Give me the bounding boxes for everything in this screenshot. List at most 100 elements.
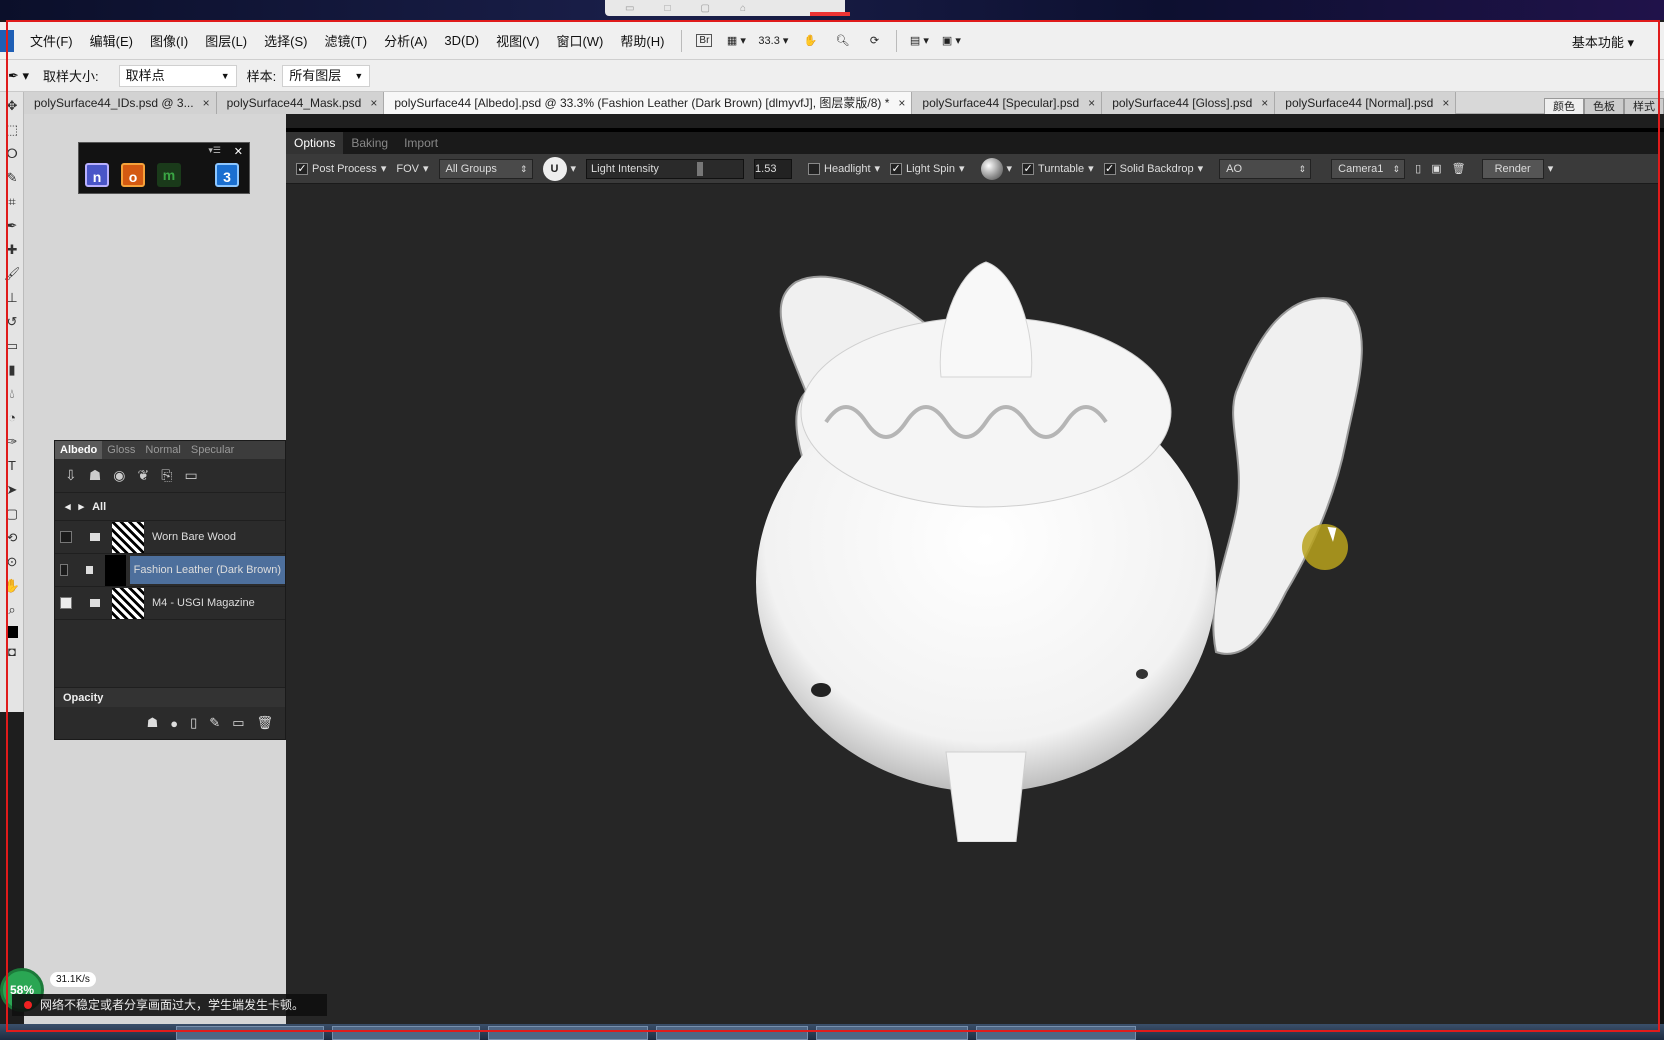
rotate-view-icon[interactable]: ⟳: [864, 31, 884, 51]
add-material-icon[interactable]: ☗: [89, 467, 102, 484]
tab-baking[interactable]: Baking: [343, 136, 396, 150]
screen-mode-button[interactable]: ▣ ▾: [941, 31, 961, 51]
history-brush-icon[interactable]: ↺: [3, 314, 21, 332]
close-icon[interactable]: ×: [203, 92, 210, 114]
close-icon[interactable]: ×: [1442, 92, 1449, 114]
tab-normal[interactable]: polySurface44 [Normal].psd ×: [1275, 92, 1457, 114]
shape-tool-icon[interactable]: ▢: [3, 506, 21, 524]
layer-row[interactable]: M4 - USGI Magazine: [55, 587, 285, 620]
material-icon[interactable]: ☗: [147, 715, 159, 731]
engine-dropdown[interactable]: U ▾: [542, 156, 576, 181]
tab-options[interactable]: Options: [286, 132, 344, 154]
fov-dropdown[interactable]: FOV ▾: [396, 162, 428, 176]
layer-checkbox[interactable]: [60, 564, 69, 576]
menu-file[interactable]: 文件(F): [30, 31, 73, 50]
menu-help[interactable]: 帮助(H): [620, 31, 664, 50]
gradient-tool-icon[interactable]: ▮: [3, 362, 21, 380]
tab-albedo[interactable]: Albedo: [55, 441, 103, 459]
3d-camera-tool-icon[interactable]: ⊙: [3, 554, 21, 572]
layer-checkbox[interactable]: [60, 597, 72, 609]
hand-tool-icon[interactable]: ✋: [800, 31, 820, 51]
blur-tool-icon[interactable]: 💧︎: [3, 386, 21, 404]
close-icon[interactable]: ×: [1261, 92, 1268, 114]
brush-tool-icon[interactable]: 🖌︎: [3, 266, 21, 284]
sample-size-dropdown[interactable]: 取样点: [118, 64, 237, 87]
ddo-icon[interactable]: o: [121, 163, 145, 187]
3d-model-viewport[interactable]: [586, 162, 1386, 842]
delete-icon[interactable]: 🗑︎: [1452, 162, 1466, 175]
workspace-switcher[interactable]: 基本功能 ▾: [1572, 32, 1634, 51]
3d-rotate-tool-icon[interactable]: ⟲: [3, 530, 21, 548]
mask-icon[interactable]: ●: [170, 716, 178, 731]
layer-row[interactable]: Fashion Leather (Dark Brown): [55, 554, 285, 587]
path-select-tool-icon[interactable]: ➤: [3, 482, 21, 500]
pen-tool-icon[interactable]: ✑: [3, 434, 21, 452]
tab-mask[interactable]: polySurface44_Mask.psd ×: [216, 92, 385, 114]
close-icon[interactable]: ✕: [234, 145, 243, 158]
close-icon[interactable]: ×: [898, 92, 905, 114]
panel-tab-styles[interactable]: 样式: [1624, 98, 1664, 114]
taskbar-button[interactable]: [332, 1026, 480, 1040]
taskbar-button[interactable]: [816, 1026, 968, 1040]
marquee-tool-icon[interactable]: ⬚: [3, 122, 21, 140]
add-effect-icon[interactable]: ❦: [138, 467, 150, 484]
trash-icon[interactable]: 🗑︎: [256, 715, 273, 731]
tab-albedo[interactable]: polySurface44 [Albedo].psd @ 33.3% (Fash…: [384, 92, 913, 114]
taskbar-button[interactable]: [656, 1026, 808, 1040]
quick-mask-icon[interactable]: ◘: [3, 644, 21, 662]
layer-row[interactable]: Worn Bare Wood: [55, 521, 285, 554]
menu-view[interactable]: 视图(V): [496, 31, 539, 50]
taskbar-button[interactable]: [488, 1026, 648, 1040]
menu-icon[interactable]: ▾☰: [208, 145, 221, 156]
eyedropper-icon[interactable]: ✒ ▾: [8, 68, 29, 84]
save-icon[interactable]: ▣: [1431, 162, 1441, 175]
render-button[interactable]: Render: [1481, 158, 1544, 179]
menu-layer[interactable]: 图层(L): [205, 31, 247, 50]
tab-ids[interactable]: polySurface44_IDs.psd @ 3... ×: [24, 92, 217, 114]
dodge-tool-icon[interactable]: ◔: [3, 410, 21, 428]
stamp-tool-icon[interactable]: ⊥: [3, 290, 21, 308]
bridge-button[interactable]: Br: [694, 31, 714, 51]
duplicate-icon[interactable]: ⎘: [161, 467, 172, 484]
sample-dropdown[interactable]: 所有图层: [282, 64, 371, 87]
menu-select[interactable]: 选择(S): [264, 31, 307, 50]
forward-icon[interactable]: ▸: [79, 500, 85, 513]
back-icon[interactable]: ◂: [65, 500, 71, 513]
menu-edit[interactable]: 编辑(E): [90, 31, 133, 50]
quick-select-tool-icon[interactable]: ✎: [3, 170, 21, 188]
type-tool-icon[interactable]: T: [3, 458, 21, 476]
healing-tool-icon[interactable]: ✚: [3, 242, 21, 260]
layer-checkbox[interactable]: [60, 531, 72, 543]
export-icon[interactable]: ⇩: [65, 467, 77, 484]
eyedropper-tool-icon[interactable]: ✒: [3, 218, 21, 236]
panel-tab-color[interactable]: 颜色: [1544, 98, 1584, 114]
tab-specular[interactable]: Specular: [186, 444, 239, 456]
view-extras-button[interactable]: ▦ ▾: [726, 31, 746, 51]
stack-icon[interactable]: ▭: [184, 467, 197, 484]
foreground-color-swatch[interactable]: [6, 626, 18, 638]
post-process-toggle[interactable]: ✓ Post Process ▾: [296, 162, 386, 175]
ndo-icon[interactable]: n: [85, 163, 109, 187]
tab-gloss[interactable]: Gloss: [102, 444, 140, 456]
tab-import[interactable]: Import: [396, 136, 446, 150]
brush-icon[interactable]: ✎: [209, 715, 220, 731]
hand-tool-icon[interactable]: ✋: [3, 578, 21, 596]
tab-normal[interactable]: Normal: [140, 444, 185, 456]
zoom-tool-icon[interactable]: ⌕: [3, 602, 21, 620]
eraser-tool-icon[interactable]: ▭: [3, 338, 21, 356]
menu-analysis[interactable]: 分析(A): [384, 31, 427, 50]
crop-tool-icon[interactable]: ⌗: [3, 194, 21, 212]
new-file-icon[interactable]: ▯: [1415, 162, 1421, 175]
menu-image[interactable]: 图像(I): [150, 31, 188, 50]
panel-tab-swatches[interactable]: 色板: [1584, 98, 1624, 114]
mdo-icon[interactable]: m: [157, 163, 181, 187]
zoom-tool-icon[interactable]: 🔍︎: [832, 31, 852, 51]
menu-window[interactable]: 窗口(W): [556, 31, 603, 50]
new-layer-icon[interactable]: ▯: [190, 715, 197, 731]
lasso-tool-icon[interactable]: ⵔ: [3, 146, 21, 164]
menu-filter[interactable]: 滤镜(T): [324, 31, 367, 50]
3do-icon[interactable]: 3: [215, 163, 239, 187]
move-tool-icon[interactable]: ✥: [3, 98, 21, 116]
zoom-dropdown[interactable]: 33.3 ▾: [758, 31, 788, 51]
close-icon[interactable]: ×: [370, 92, 377, 114]
